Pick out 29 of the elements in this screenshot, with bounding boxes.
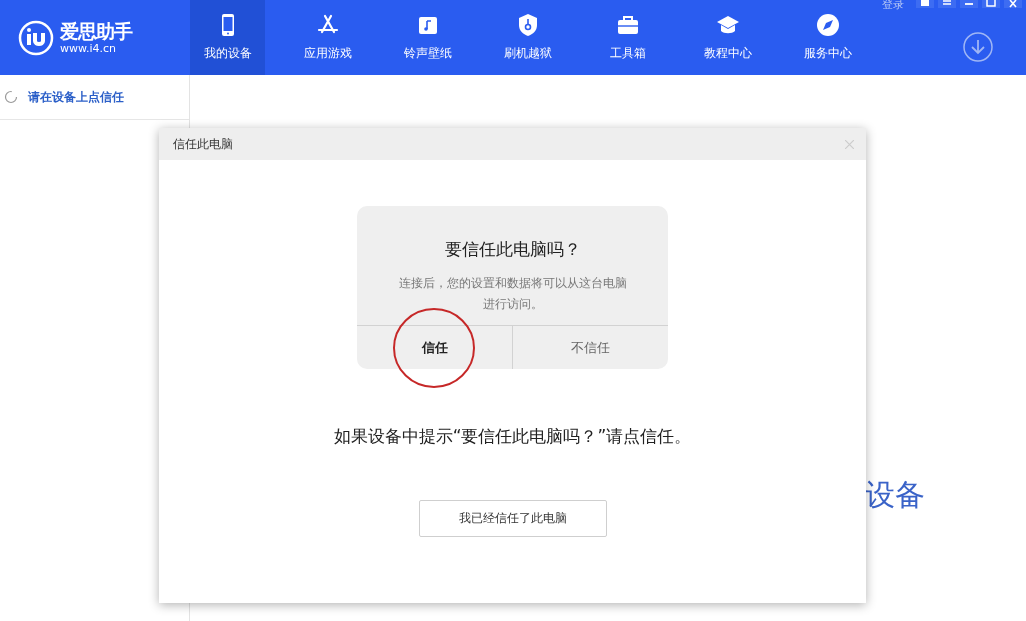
alert-button[interactable]: 信任 [357, 326, 512, 369]
trusted-button[interactable]: 我已经信任了此电脑 [418, 500, 607, 537]
trust-hint: 如果设备中提示“要信任此电脑吗？”请点信任。 [333, 425, 692, 448]
sidebar-label: 请在设备上点信任 [28, 88, 124, 106]
skin-icon[interactable] [916, 0, 934, 8]
nav-tab[interactable]: 教程中心 [690, 0, 765, 75]
connect-device-heading: 设备 [865, 476, 925, 514]
toolbox-icon [615, 13, 640, 37]
close-icon[interactable] [1004, 0, 1022, 8]
alert-button[interactable]: 不信任 [512, 326, 668, 369]
spinner-icon [4, 90, 18, 104]
nav-tab[interactable]: 服务中心 [790, 0, 865, 75]
alert-message: 连接后，您的设置和数据将可以从这台电脑进行访问。 [397, 275, 628, 313]
logo-icon [18, 19, 54, 56]
app-name: 爱思助手 [60, 19, 132, 42]
nav-tab[interactable]: 应用游戏 [290, 0, 365, 75]
dialog-title: 信任此电脑 [173, 135, 233, 153]
download-icon[interactable] [962, 31, 994, 63]
nav-tab[interactable]: 工具箱 [590, 0, 665, 75]
app-url: www.i4.cn [60, 41, 118, 56]
minimize-icon[interactable] [960, 0, 978, 8]
alert-title: 要信任此电脑吗？ [444, 238, 581, 261]
compass-icon [815, 13, 840, 37]
nav-tab[interactable]: 刷机越狱 [490, 0, 565, 75]
sidebar-item[interactable]: 请在设备上点信任 [0, 75, 189, 120]
nav-tab[interactable]: 铃声壁纸 [390, 0, 465, 75]
nav-tab[interactable]: 我的设备 [190, 0, 265, 75]
menu-icon[interactable] [938, 0, 956, 8]
maximize-icon[interactable] [982, 0, 1000, 8]
